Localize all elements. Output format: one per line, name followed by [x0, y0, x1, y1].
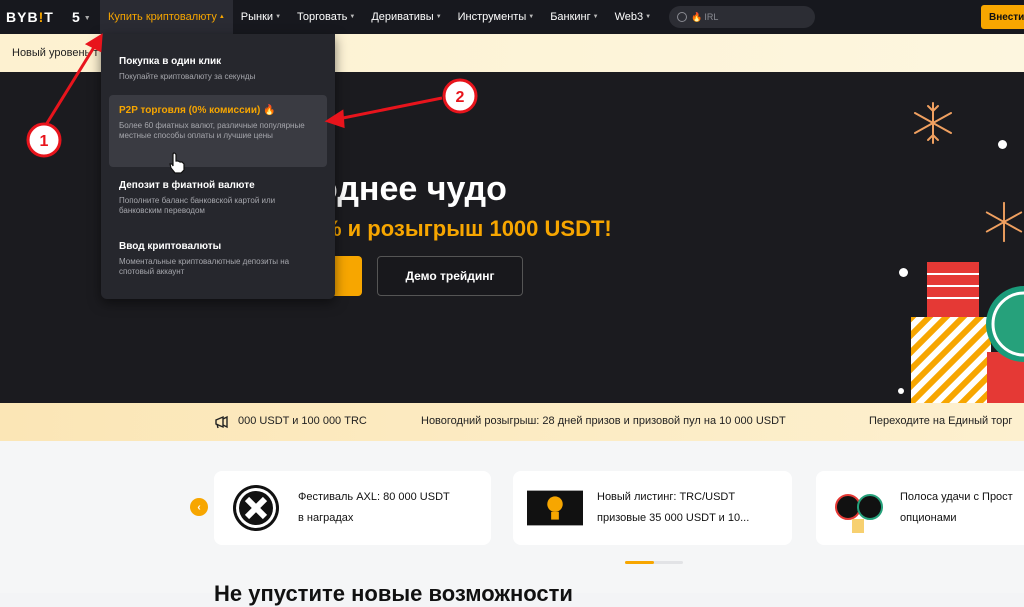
nav-label: Рынки	[240, 11, 274, 23]
deposit-button[interactable]: Внести	[981, 5, 1024, 29]
nav-derivatives[interactable]: Деривативы ▼	[363, 0, 449, 34]
promo-card-listing[interactable]: Новый листинг: TRC/USDT призовые 35 000 U…	[513, 471, 792, 545]
menu-item-desc: Более 60 фиатных валют, различные популя…	[119, 121, 305, 140]
hero-subtitle: % и розыгрыш 1000 USDT!	[322, 216, 612, 241]
card-subtitle: в наградах	[298, 512, 354, 524]
flame-icon: 🔥	[263, 105, 276, 116]
menu-item-desc: Моментальные криптовалютные депозиты на …	[119, 257, 290, 276]
nav-markets[interactable]: Рынки ▼	[233, 0, 289, 34]
ticker-item[interactable]: Переходите на Единый торг	[869, 415, 1012, 427]
card-subtitle: призовые 35 000 USDT и 10...	[597, 512, 750, 524]
menu-item-title: Депозит в фиатной валюте	[119, 180, 255, 191]
menu-item-fiat-deposit[interactable]: Депозит в фиатной валюте Пополните балан…	[109, 170, 327, 226]
section-heading: Не упустите новые возможности	[214, 581, 573, 606]
menu-item-desc: Пополните баланс банковской картой или б…	[119, 196, 276, 215]
nav-label: Банкинг	[550, 11, 591, 23]
nav-label: Торговать	[297, 11, 348, 23]
trophy-icon	[527, 480, 583, 536]
hand-cursor-icon	[169, 152, 185, 174]
nav-label: Инструменты	[457, 11, 527, 23]
nav-tools[interactable]: Инструменты ▼	[450, 0, 543, 34]
snow-dot	[898, 388, 904, 394]
card-title: Фестиваль AXL: 80 000 USDT	[298, 491, 450, 503]
flame-icon: 🔥	[691, 11, 703, 22]
snowflake-icon	[914, 102, 952, 144]
anniversary-number: 5	[72, 9, 80, 25]
nav-trade[interactable]: Торговать ▼	[289, 0, 363, 34]
carousel-prev-button[interactable]: ‹	[190, 498, 208, 516]
search-input[interactable]: 🔥 IRL	[669, 6, 816, 28]
chevron-down-icon: ▼	[349, 14, 356, 20]
options-chart-icon	[830, 480, 886, 536]
nav-label: Web3	[614, 11, 644, 23]
chevron-down-icon: ▼	[528, 14, 535, 20]
hero-title: однее чудо	[317, 170, 507, 208]
nav-buy-crypto[interactable]: Купить криптовалюту ▲	[100, 0, 233, 34]
search-placeholder: IRL	[704, 12, 719, 22]
card-subtitle: опционами	[900, 512, 957, 524]
pagination-active	[625, 561, 654, 564]
promo-card-options[interactable]: Полоса удачи с Прост опционами	[816, 471, 1024, 545]
nav-web3[interactable]: Web3 ▼	[607, 0, 660, 34]
nav-label: Деривативы	[371, 11, 434, 23]
snowflake-icon	[985, 201, 1023, 243]
megaphone-icon	[215, 415, 228, 429]
ticker-item[interactable]: 000 USDT и 100 000 TRC	[238, 415, 367, 427]
chevron-down-icon: ▼	[83, 14, 91, 22]
menu-item-p2p[interactable]: P2P торговля (0% комиссии) 🔥 Более 60 фи…	[109, 95, 327, 167]
ticker-item[interactable]: Новогодний розыгрыш: 28 дней призов и пр…	[421, 415, 786, 427]
nav-label: Купить криптовалюту	[108, 11, 217, 23]
search-icon	[677, 12, 688, 22]
menu-item-crypto-deposit[interactable]: Ввод криптовалюты Моментальные криптовал…	[109, 231, 327, 287]
axl-logo-icon	[228, 480, 284, 536]
buy-crypto-dropdown: Покупка в один клик Покупайте криптовалю…	[101, 34, 335, 299]
logo-text: BYB	[6, 9, 39, 25]
menu-item-desc: Покупайте криптовалюту за секунды	[119, 72, 256, 81]
chevron-down-icon: ▼	[592, 14, 599, 20]
promo-card-axl[interactable]: Фестиваль AXL: 80 000 USDT в наградах	[214, 471, 491, 545]
snow-dot	[998, 140, 1007, 149]
nav-banking[interactable]: Банкинг ▼	[542, 0, 606, 34]
gift-boxes-illustration	[911, 262, 1024, 403]
demo-trading-button[interactable]: Демо трейдинг	[377, 256, 523, 296]
menu-item-title: P2P торговля (0% комиссии)	[119, 105, 261, 116]
top-navbar: BYB!T 5 ▼ Купить криптовалюту ▲ Рынки ▼ То…	[0, 0, 1024, 34]
announcement-text[interactable]: Новый уровень т	[12, 47, 98, 59]
menu-item-title: Покупка в один клик	[119, 56, 222, 67]
chevron-up-icon: ▲	[218, 14, 225, 20]
card-title: Полоса удачи с Прост	[900, 491, 1013, 503]
anniversary-badge[interactable]: 5 ▼	[72, 9, 100, 25]
chevron-down-icon: ▼	[435, 14, 442, 20]
news-ticker: 000 USDT и 100 000 TRC Новогодний розыгр…	[0, 403, 1024, 441]
chevron-down-icon: ▼	[645, 14, 652, 20]
chevron-down-icon: ▼	[275, 14, 282, 20]
card-title: Новый листинг: TRC/USDT	[597, 491, 736, 503]
bybit-logo[interactable]: BYB!T	[6, 9, 62, 25]
menu-item-title: Ввод криптовалюты	[119, 241, 222, 252]
logo-text-end: T	[44, 9, 54, 25]
carousel-pagination[interactable]	[625, 561, 683, 564]
menu-item-one-click-buy[interactable]: Покупка в один клик Покупайте криптовалю…	[109, 46, 327, 92]
promo-cards-section: ‹ Фестиваль AXL: 80 000 USDT в наградах Н…	[0, 441, 1024, 606]
